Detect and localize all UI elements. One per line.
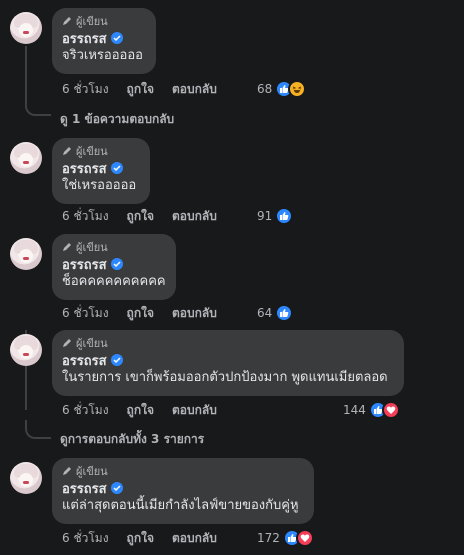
- timestamp[interactable]: 6 ชั่วโมง: [62, 401, 109, 420]
- like-button[interactable]: ถูกใจ: [127, 304, 154, 323]
- reactions[interactable]: 144: [343, 400, 400, 420]
- reaction-count: 144: [343, 403, 366, 417]
- author-name-text[interactable]: อรรถรส: [62, 478, 107, 499]
- love-reaction-icon: [295, 529, 314, 547]
- verified-icon: [110, 258, 123, 270]
- author-name-text[interactable]: อรรถรส: [62, 158, 107, 179]
- author-name[interactable]: อรรถรส: [62, 479, 304, 497]
- haha-reaction-icon: [288, 80, 307, 98]
- reply-button[interactable]: ตอบกลับ: [172, 304, 217, 323]
- comment-bubble: ผู้เขียน อรรถรส จริวเหรอออออ: [52, 8, 156, 74]
- reactions[interactable]: 68: [257, 79, 307, 99]
- reply-button[interactable]: ตอบกลับ: [172, 401, 217, 420]
- comment-text: ในรายการ เขาก็พร้อมออกตัวปกป้องมาก พูดแท…: [62, 370, 388, 385]
- author-badge: ผู้เขียน: [62, 14, 146, 28]
- reaction-count: 68: [257, 82, 273, 96]
- comment-actions: 6 ชั่วโมง ถูกใจ ตอบกลับ: [62, 402, 235, 418]
- comment-actions: 6 ชั่วโมง ถูกใจ ตอบกลับ: [62, 81, 235, 97]
- author-name[interactable]: อรรถรส: [62, 255, 166, 273]
- view-replies-link[interactable]: ดู 1 ข้อความตอบกลับ: [60, 110, 174, 126]
- reactions[interactable]: 172: [257, 528, 314, 548]
- comment-text: ใช่เหรอออออ: [62, 178, 137, 193]
- comment-text: ช็อคคคคคคคคคค: [62, 274, 166, 289]
- pen-icon: [63, 467, 71, 475]
- like-reaction-icon: [275, 304, 294, 322]
- comment-text: แต่ล่าสุดตอนนี้เมียกำลังไลฟ์ขายของกับคู่…: [62, 498, 299, 513]
- author-name[interactable]: อรรถรส: [62, 351, 394, 369]
- comment-bubble: ผู้เขียน อรรถรส ในรายการ เขาก็พร้อมออกตั…: [52, 330, 404, 396]
- like-button[interactable]: ถูกใจ: [127, 80, 154, 99]
- pen-icon: [63, 243, 71, 251]
- timestamp[interactable]: 6 ชั่วโมง: [62, 529, 109, 548]
- author-badge: ผู้เขียน: [62, 240, 166, 254]
- verified-icon: [110, 32, 123, 44]
- reaction-count: 91: [257, 209, 273, 223]
- comment-text: จริวเหรอออออ: [62, 48, 143, 63]
- author-name-text[interactable]: อรรถรส: [62, 254, 107, 275]
- author-badge: ผู้เขียน: [62, 336, 394, 350]
- comment-actions: 6 ชั่วโมง ถูกใจ ตอบกลับ: [62, 530, 235, 546]
- reaction-count: 172: [257, 531, 280, 545]
- reactions[interactable]: 91: [257, 206, 294, 226]
- author-name-text[interactable]: อรรถรส: [62, 28, 107, 49]
- reply-button[interactable]: ตอบกลับ: [172, 207, 217, 226]
- author-name[interactable]: อรรถรส: [62, 29, 146, 47]
- author-name-text[interactable]: อรรถรส: [62, 350, 107, 371]
- comment-actions: 6 ชั่วโมง ถูกใจ ตอบกลับ: [62, 305, 235, 321]
- verified-icon: [110, 482, 123, 494]
- verified-icon: [110, 162, 123, 174]
- like-button[interactable]: ถูกใจ: [127, 529, 154, 548]
- like-button[interactable]: ถูกใจ: [127, 401, 154, 420]
- author-name[interactable]: อรรถรส: [62, 159, 140, 177]
- avatar[interactable]: [10, 238, 42, 270]
- pen-icon: [63, 17, 71, 25]
- verified-icon: [110, 354, 123, 366]
- avatar[interactable]: [10, 12, 42, 44]
- avatar[interactable]: [10, 462, 42, 494]
- reply-button[interactable]: ตอบกลับ: [172, 80, 217, 99]
- comment-bubble: ผู้เขียน อรรถรส แต่ล่าสุดตอนนี้เมียกำลัง…: [52, 458, 314, 524]
- pen-icon: [63, 339, 71, 347]
- comment-bubble: ผู้เขียน อรรถรส ช็อคคคคคคคคคค: [52, 234, 176, 300]
- reactions[interactable]: 64: [257, 303, 294, 323]
- like-reaction-icon: [275, 207, 294, 225]
- reply-button[interactable]: ตอบกลับ: [172, 529, 217, 548]
- comment-bubble: ผู้เขียน อรรถรส ใช่เหรอออออ: [52, 138, 150, 204]
- comment-actions: 6 ชั่วโมง ถูกใจ ตอบกลับ: [62, 208, 235, 224]
- author-badge: ผู้เขียน: [62, 144, 140, 158]
- thread-elbow: [25, 420, 51, 439]
- thread-elbow: [25, 96, 51, 116]
- timestamp[interactable]: 6 ชั่วโมง: [62, 80, 109, 99]
- like-button[interactable]: ถูกใจ: [127, 207, 154, 226]
- timestamp[interactable]: 6 ชั่วโมง: [62, 304, 109, 323]
- pen-icon: [63, 147, 71, 155]
- author-badge: ผู้เขียน: [62, 464, 304, 478]
- avatar[interactable]: [10, 334, 42, 366]
- love-reaction-icon: [381, 401, 400, 419]
- view-all-replies-link[interactable]: ดูการตอบกลับทั้ง 3 รายการ: [60, 430, 204, 446]
- avatar[interactable]: [10, 142, 42, 174]
- timestamp[interactable]: 6 ชั่วโมง: [62, 207, 109, 226]
- reaction-count: 64: [257, 306, 273, 320]
